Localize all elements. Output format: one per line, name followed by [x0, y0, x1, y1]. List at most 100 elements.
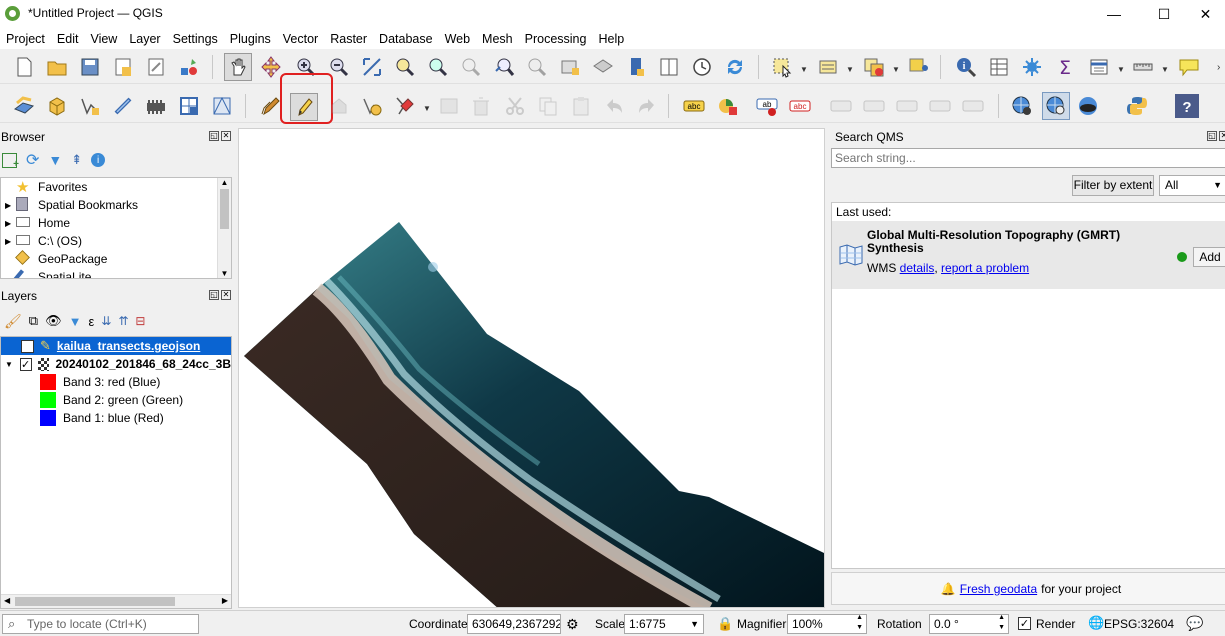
- fresh-geodata-link[interactable]: Fresh geodata: [960, 582, 1037, 596]
- text-annotation-icon[interactable]: [1177, 55, 1201, 79]
- expand-all-icon[interactable]: ⇊: [101, 314, 111, 328]
- select-dropdown-icon[interactable]: ▼: [800, 65, 808, 74]
- menu-web[interactable]: Web: [439, 32, 476, 46]
- undock-icon[interactable]: ◱: [209, 131, 219, 141]
- delete-selected-icon[interactable]: [469, 94, 493, 118]
- label-properties-icon[interactable]: [928, 94, 952, 118]
- redo-icon[interactable]: [635, 94, 659, 118]
- vertex-dropdown-icon[interactable]: ▼: [423, 104, 431, 113]
- browser-item-bookmarks[interactable]: ▶ Spatial Bookmarks: [1, 196, 231, 214]
- undo-icon[interactable]: [602, 94, 626, 118]
- collapse-arrow-icon[interactable]: ▼: [5, 360, 20, 369]
- modify-attributes-icon[interactable]: [437, 94, 461, 118]
- change-label-icon[interactable]: [895, 94, 919, 118]
- toolbar-overflow-icon[interactable]: ›: [1217, 62, 1220, 73]
- save-project-icon[interactable]: [78, 55, 102, 79]
- menu-project[interactable]: Project: [0, 32, 51, 46]
- expand-arrow-icon[interactable]: ▶: [5, 219, 16, 228]
- details-link[interactable]: details: [900, 261, 935, 275]
- cut-features-icon[interactable]: [503, 94, 527, 118]
- browser-item-home[interactable]: ▶ Home: [1, 214, 231, 232]
- maximize-button[interactable]: ☐: [1141, 0, 1187, 28]
- browser-item-geopackage[interactable]: GeoPackage: [1, 250, 231, 268]
- select-expression-dropdown-icon[interactable]: ▼: [846, 65, 854, 74]
- qms-filter-select[interactable]: All ▼: [1159, 175, 1225, 196]
- browser-scrollbar[interactable]: ▲ ▼: [217, 178, 231, 278]
- filter-legend-icon[interactable]: ▼: [69, 314, 82, 329]
- menu-database[interactable]: Database: [373, 32, 439, 46]
- enable-properties-icon[interactable]: i: [91, 153, 106, 167]
- menu-edit[interactable]: Edit: [51, 32, 85, 46]
- add-service-button[interactable]: Add: [1193, 247, 1225, 267]
- collapse-all-icon[interactable]: ⇞: [71, 152, 82, 168]
- data-source-manager-icon[interactable]: [12, 94, 36, 118]
- browser-item-drive[interactable]: ▶ C:\ (OS): [1, 232, 231, 250]
- locator-input[interactable]: ⌕ Type to locate (Ctrl+K): [2, 614, 199, 634]
- temporal-bookmark-icon[interactable]: [624, 55, 648, 79]
- statistics-icon[interactable]: Σ: [1053, 55, 1077, 79]
- menu-layer[interactable]: Layer: [123, 32, 166, 46]
- expand-arrow-icon[interactable]: ▶: [5, 237, 16, 246]
- select-features-icon[interactable]: [770, 55, 794, 79]
- move-label-icon[interactable]: [829, 94, 853, 118]
- show-unplaced-labels-icon[interactable]: [961, 94, 985, 118]
- zoom-native-icon[interactable]: [459, 55, 483, 79]
- layer-diagram-icon[interactable]: [716, 94, 740, 118]
- browser-item-favorites[interactable]: ★ Favorites: [1, 178, 231, 196]
- expand-arrow-icon[interactable]: ▶: [5, 201, 16, 210]
- new-shapefile-layer-icon[interactable]: [78, 94, 102, 118]
- temporal-controller-icon[interactable]: [690, 55, 714, 79]
- pin-labels-icon[interactable]: ab: [755, 94, 779, 118]
- select-by-expression-icon[interactable]: [816, 55, 840, 79]
- browser-item-spatialite[interactable]: SpatiaLite: [1, 268, 231, 278]
- layers-hscrollbar[interactable]: ◀ ▶: [1, 594, 231, 608]
- undock-icon[interactable]: ◱: [209, 290, 219, 300]
- manage-visibility-icon[interactable]: 👁: [45, 313, 62, 329]
- menu-vector[interactable]: Vector: [277, 32, 324, 46]
- menu-mesh[interactable]: Mesh: [476, 32, 519, 46]
- open-project-icon[interactable]: [45, 55, 69, 79]
- layer-row-raster[interactable]: ▼ ✓ 20240102_201846_68_24cc_3B: [1, 355, 231, 373]
- close-panel-icon[interactable]: ✕: [221, 131, 231, 141]
- attribute-form-icon[interactable]: [1087, 55, 1111, 79]
- show-hide-labels-icon[interactable]: abc: [788, 94, 812, 118]
- pan-map-icon[interactable]: [224, 53, 252, 81]
- identify-features-icon[interactable]: i: [954, 55, 978, 79]
- style-manager-icon[interactable]: [177, 55, 201, 79]
- magnifier-spinbox[interactable]: 100% ▲ ▼: [787, 614, 867, 634]
- menu-help[interactable]: Help: [592, 32, 630, 46]
- qms-result-item[interactable]: Global Multi-Resolution Topography (GMRT…: [832, 221, 1225, 289]
- close-panel-icon[interactable]: ✕: [1219, 131, 1225, 141]
- menu-processing[interactable]: Processing: [519, 32, 593, 46]
- save-layer-edits-icon[interactable]: [327, 94, 351, 118]
- messages-icon[interactable]: 💬: [1186, 615, 1203, 632]
- undock-icon[interactable]: ◱: [1207, 131, 1217, 141]
- zoom-next-icon[interactable]: [525, 55, 549, 79]
- open-attribute-table-icon[interactable]: [987, 55, 1011, 79]
- digitize-with-segment-icon[interactable]: [360, 94, 384, 118]
- qms-search-input[interactable]: [831, 148, 1225, 168]
- close-panel-icon[interactable]: ✕: [221, 290, 231, 300]
- new-spatialite-layer-icon[interactable]: [111, 94, 135, 118]
- processing-toolbox-icon[interactable]: [1020, 55, 1044, 79]
- filter-browser-icon[interactable]: ▼: [48, 152, 62, 168]
- copy-features-icon[interactable]: [536, 94, 560, 118]
- add-selected-layers-icon[interactable]: +: [2, 152, 19, 170]
- filter-by-expression-icon[interactable]: ε: [88, 314, 94, 329]
- search-qms-icon[interactable]: [1042, 92, 1070, 120]
- zoom-last-icon[interactable]: [492, 55, 516, 79]
- layout-manager-icon[interactable]: [144, 55, 168, 79]
- layer-visibility-checkbox[interactable]: ✓: [21, 339, 34, 353]
- current-edits-icon[interactable]: [258, 94, 282, 118]
- pan-to-selection-icon[interactable]: [259, 55, 283, 79]
- zoom-to-layer-icon[interactable]: [426, 55, 450, 79]
- measure-line-icon[interactable]: [1131, 55, 1155, 79]
- zoom-full-icon[interactable]: [360, 55, 384, 79]
- quickmapservices-icon[interactable]: [1010, 94, 1034, 118]
- refresh-icon[interactable]: [723, 55, 747, 79]
- rotate-label-icon[interactable]: [862, 94, 886, 118]
- menu-plugins[interactable]: Plugins: [224, 32, 277, 46]
- filter-by-extent-button[interactable]: Filter by extent: [1072, 175, 1154, 196]
- collapse-all-layers-icon[interactable]: ⇈: [118, 314, 128, 328]
- help-contents-icon[interactable]: ?: [1175, 94, 1199, 118]
